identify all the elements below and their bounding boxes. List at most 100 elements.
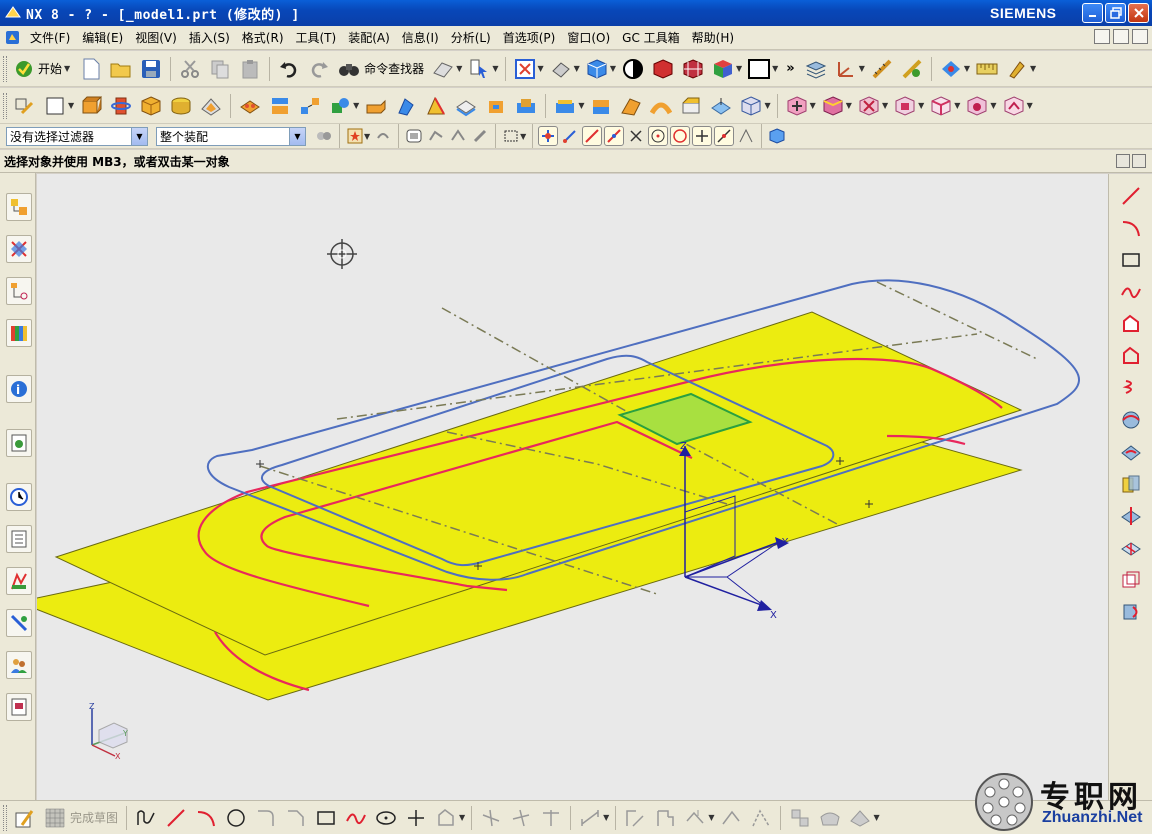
translucency-button[interactable] xyxy=(710,56,736,82)
feature-select-button[interactable] xyxy=(404,126,424,146)
point-on-face-snap-button[interactable] xyxy=(714,126,735,146)
selection-scope-select[interactable]: 整个装配 ▼ xyxy=(156,126,306,146)
delete-face-button[interactable] xyxy=(856,93,882,119)
menu-gc-toolkit[interactable]: GC 工具箱 xyxy=(616,29,686,46)
resize-face-button[interactable] xyxy=(964,93,990,119)
helix-button[interactable] xyxy=(1119,376,1143,400)
quick-extend-button[interactable] xyxy=(508,805,534,831)
point-on-curve-snap-button[interactable] xyxy=(692,126,713,146)
chevron-down-icon[interactable]: ▼ xyxy=(954,101,960,110)
sketch-spline-button[interactable] xyxy=(343,805,369,831)
model-view[interactable]: Y X Z Z Y X xyxy=(37,174,1108,800)
chevron-down-icon[interactable]: ▼ xyxy=(846,101,852,110)
create-inferred-button[interactable] xyxy=(847,805,873,831)
profile-button[interactable] xyxy=(133,805,159,831)
copy-button[interactable] xyxy=(207,56,233,82)
chevron-down-icon[interactable]: ▼ xyxy=(772,64,778,73)
menu-insert[interactable]: 插入(S) xyxy=(183,29,236,46)
arc-button[interactable] xyxy=(1119,216,1143,240)
fillet-button[interactable] xyxy=(253,805,279,831)
process-studio-tab[interactable] xyxy=(6,567,32,595)
toolbar-grip[interactable] xyxy=(3,804,7,831)
bounded-plane-button[interactable] xyxy=(738,93,764,119)
chevron-down-icon[interactable]: ▼ xyxy=(859,64,865,73)
open-button[interactable] xyxy=(108,56,134,82)
shaded-view-button[interactable] xyxy=(620,56,646,82)
infer-settings-button[interactable] xyxy=(817,805,843,831)
toolbar-grip[interactable] xyxy=(3,92,7,119)
toolbar-overflow-button[interactable]: » xyxy=(786,61,794,76)
chevron-down-icon[interactable]: ▼ xyxy=(459,813,465,822)
offset-face-button[interactable] xyxy=(393,93,419,119)
filter-settings-button[interactable] xyxy=(314,126,334,146)
minimize-button[interactable] xyxy=(1082,3,1103,23)
internet-explorer-tab[interactable]: i xyxy=(6,375,32,403)
make-corner-button[interactable] xyxy=(538,805,564,831)
chevron-down-icon[interactable]: ▼ xyxy=(964,64,970,73)
rectangle-button[interactable] xyxy=(1119,248,1143,272)
line-snap-button[interactable] xyxy=(582,126,603,146)
menu-tools[interactable]: 工具(T) xyxy=(290,29,343,46)
pattern-feature-button[interactable] xyxy=(297,93,323,119)
roles-tab[interactable] xyxy=(6,651,32,679)
ruler-button[interactable] xyxy=(974,56,1000,82)
assembly-navigator-tab[interactable] xyxy=(6,193,32,221)
doc-restore-button[interactable] xyxy=(1113,29,1129,44)
auto-constrain-button[interactable] xyxy=(682,805,708,831)
chevron-down-icon[interactable]: ▼ xyxy=(764,101,770,110)
chevron-down-icon[interactable]: ▼ xyxy=(918,101,924,110)
clock-tab[interactable] xyxy=(6,483,32,511)
system-materials-tab[interactable] xyxy=(6,525,32,553)
menu-assemblies[interactable]: 装配(A) xyxy=(342,29,396,46)
curve-on-surface-button[interactable] xyxy=(1119,408,1143,432)
body-rule-button[interactable] xyxy=(470,126,490,146)
extract-curve-button[interactable] xyxy=(1119,568,1143,592)
boss-button[interactable] xyxy=(588,93,614,119)
chevron-down-icon[interactable]: ▼ xyxy=(708,813,714,822)
chevron-down-icon[interactable]: ▼ xyxy=(492,64,498,73)
offset-region-button[interactable] xyxy=(928,93,954,119)
chevron-down-icon[interactable]: ▼ xyxy=(353,101,359,110)
chevron-down-icon[interactable]: ▼ xyxy=(873,813,879,822)
emboss-button[interactable] xyxy=(483,93,509,119)
intersection-snap-button[interactable] xyxy=(626,126,646,146)
sketch-line-button[interactable] xyxy=(163,805,189,831)
section-curve-button[interactable] xyxy=(1119,504,1143,528)
chevron-down-icon[interactable]: ▼ xyxy=(882,101,888,110)
reuse-library-tab[interactable] xyxy=(6,319,32,347)
chevron-down-icon[interactable]: ▼ xyxy=(610,64,616,73)
datum-plane-button[interactable] xyxy=(42,93,68,119)
body-snap-button[interactable] xyxy=(767,126,787,146)
chevron-down-icon[interactable]: ▼ xyxy=(578,101,584,110)
menu-window[interactable]: 窗口(O) xyxy=(561,29,616,46)
curve-rule-button[interactable] xyxy=(426,126,446,146)
analysis-button[interactable] xyxy=(899,56,925,82)
manufacturing-wizard-tab[interactable] xyxy=(6,609,32,637)
measure-button[interactable] xyxy=(869,56,895,82)
edit-object-display-button[interactable] xyxy=(1004,56,1030,82)
bounded-grid-snap-button[interactable] xyxy=(736,126,756,146)
offset-curve-button[interactable] xyxy=(1119,344,1143,368)
sew-button[interactable] xyxy=(678,93,704,119)
sketch-task-button[interactable] xyxy=(12,805,38,831)
ellipse-button[interactable] xyxy=(373,805,399,831)
revolve-button[interactable] xyxy=(108,93,134,119)
trim-body-button[interactable] xyxy=(363,93,389,119)
menu-information[interactable]: 信息(I) xyxy=(396,29,445,46)
select-all-button[interactable] xyxy=(345,126,365,146)
cue-line-close-button[interactable] xyxy=(1132,154,1146,168)
menu-edit[interactable]: 编辑(E) xyxy=(76,29,129,46)
chevron-down-icon[interactable]: ▼ xyxy=(574,64,580,73)
restore-button[interactable] xyxy=(1105,3,1126,23)
project-curve-button[interactable] xyxy=(1119,440,1143,464)
studio-spline-button[interactable] xyxy=(1119,280,1143,304)
composite-curve-button[interactable] xyxy=(1119,600,1143,624)
pull-face-button[interactable] xyxy=(820,93,846,119)
chevron-down-icon[interactable]: ▼ xyxy=(520,132,526,141)
finish-sketch-button[interactable]: 完成草图 xyxy=(40,807,122,829)
chevron-down-icon[interactable]: ▼ xyxy=(736,64,742,73)
inferred-dimension-button[interactable] xyxy=(577,805,603,831)
menu-help[interactable]: 帮助(H) xyxy=(686,29,740,46)
polygon-button[interactable] xyxy=(1119,312,1143,336)
snap-enable-button[interactable] xyxy=(538,126,559,146)
